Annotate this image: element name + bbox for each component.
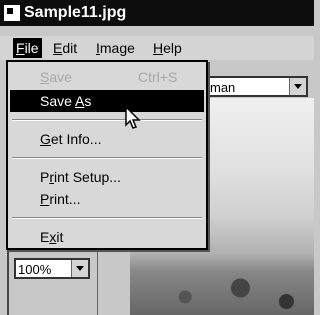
menu-item-save[interactable]: Save Ctrl+S	[10, 66, 204, 88]
menu-item-exit-rest: it	[56, 229, 64, 245]
menu-help[interactable]: Help	[150, 38, 185, 58]
app-icon[interactable]	[4, 5, 20, 21]
image-rocks	[130, 270, 314, 315]
menu-item-print-setup[interactable]: Print Setup...	[10, 166, 204, 188]
menu-item-print-accel: P	[40, 191, 50, 207]
menu-file[interactable]: File	[13, 38, 42, 58]
menu-file-rest: ile	[24, 40, 39, 56]
menu-item-save-as-pre: Save	[40, 93, 76, 109]
zoom-select-value: 100%	[18, 262, 52, 277]
font-select-value: man	[210, 80, 236, 95]
menu-item-save-as-accel: A	[75, 93, 85, 109]
mouse-pointer-icon	[125, 106, 141, 129]
menu-help-accel: H	[153, 40, 164, 56]
menu-item-save-accel: S	[40, 69, 50, 85]
chevron-down-icon	[294, 84, 302, 89]
menu-file-accel: F	[16, 40, 25, 56]
menu-item-save-as[interactable]: Save As	[10, 90, 204, 112]
menu-separator	[12, 217, 202, 219]
menu-item-print-setup-rest: int Setup...	[54, 169, 121, 185]
menu-image[interactable]: Image	[93, 38, 138, 58]
menu-edit-accel: E	[53, 40, 63, 56]
menu-item-save-as-rest: s	[84, 93, 92, 109]
menu-help-rest: elp	[163, 40, 182, 56]
zoom-select[interactable]: 100%	[14, 258, 90, 279]
menu-item-get-info[interactable]: Get Info...	[10, 128, 204, 150]
menu-item-print[interactable]: Print...	[10, 188, 204, 210]
menu-item-get-info-rest: et Info...	[50, 131, 102, 147]
title-bar: Sample11.jpg	[0, 0, 314, 26]
file-menu-dropdown: Save Ctrl+S Save As Get Info... Print Se…	[6, 60, 208, 250]
zoom-select-dropdown-button[interactable]	[71, 260, 88, 277]
menu-item-print-rest: rint...	[49, 191, 81, 207]
menu-item-exit-pre: E	[40, 229, 50, 245]
font-select-dropdown-button[interactable]	[289, 78, 306, 95]
menu-edit-rest: dit	[62, 40, 78, 56]
menu-item-print-setup-pre: P	[40, 169, 50, 185]
menu-item-save-rest: ave	[49, 69, 72, 85]
menu-item-get-info-accel: G	[40, 131, 51, 147]
menu-image-rest: mage	[99, 40, 135, 56]
menu-separator	[12, 157, 202, 159]
menu-edit[interactable]: Edit	[50, 38, 80, 58]
chevron-down-icon	[76, 266, 84, 271]
window-title: Sample11.jpg	[24, 4, 127, 21]
font-select[interactable]: man	[206, 76, 308, 97]
menu-item-save-shortcut: Ctrl+S	[138, 69, 178, 85]
menu-item-exit[interactable]: Exit	[10, 226, 204, 248]
menu-separator	[12, 119, 202, 121]
